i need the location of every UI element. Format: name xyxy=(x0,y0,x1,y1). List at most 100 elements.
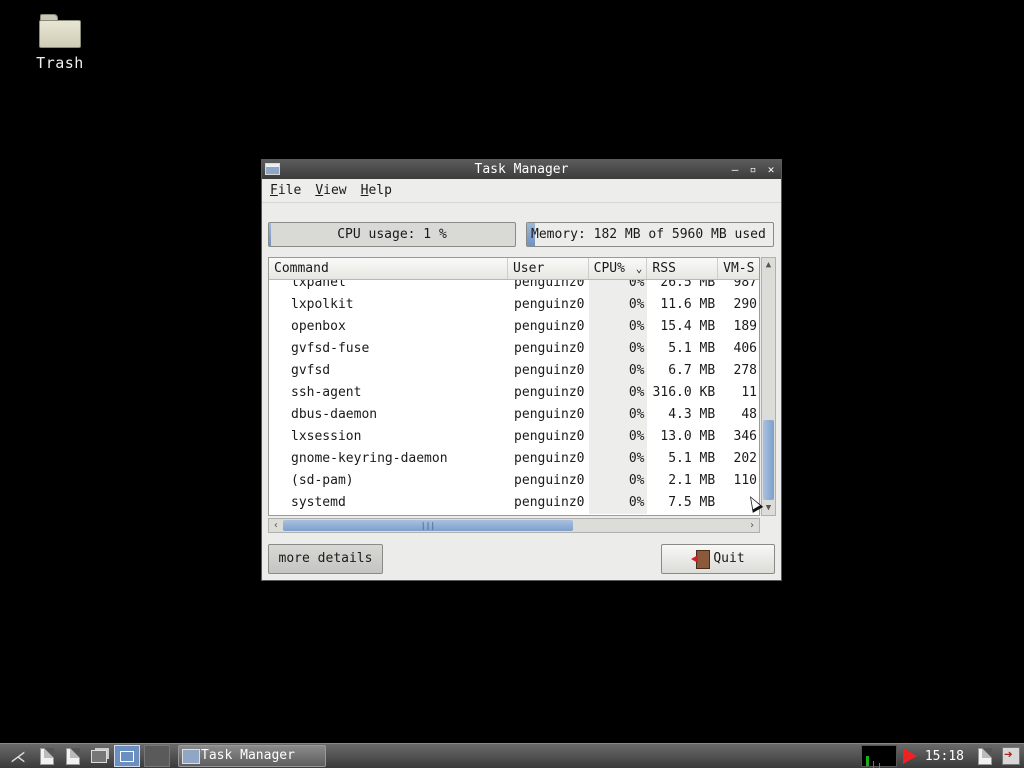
process-rss: 13.0 MB xyxy=(660,429,716,444)
process-cpu: 0% xyxy=(588,294,648,316)
process-user: penguinz0 xyxy=(514,407,585,422)
column-header-command[interactable]: Command xyxy=(269,258,508,279)
menu-view[interactable]: View xyxy=(315,183,346,198)
process-rss: 11.6 MB xyxy=(660,297,716,312)
table-row[interactable]: gvfsd-fuse penguinz0 0% 5.1 MB 406 xyxy=(269,338,759,360)
process-user: penguinz0 xyxy=(514,341,585,356)
process-user: penguinz0 xyxy=(514,473,585,488)
table-row[interactable]: lxsession penguinz0 0% 13.0 MB 346 xyxy=(269,426,759,448)
process-command: lxsession xyxy=(291,429,362,444)
column-header-user[interactable]: User xyxy=(508,258,589,279)
window-titlebar[interactable]: Task Manager ‒ ▫ ✕ xyxy=(262,160,781,179)
process-command: (sd-pam) xyxy=(291,473,354,488)
horizontal-scroll-thumb[interactable]: ||| xyxy=(283,520,573,531)
vertical-scroll-thumb[interactable] xyxy=(763,420,774,500)
desktop-switcher-1[interactable] xyxy=(114,745,140,767)
process-vm-size: 202 xyxy=(733,451,757,466)
column-header-cpu[interactable]: CPU% ⌄ xyxy=(589,258,648,279)
process-command: gvfsd xyxy=(291,363,331,378)
menu-file[interactable]: File xyxy=(270,183,301,198)
table-row[interactable]: dbus-daemon penguinz0 0% 4.3 MB 48 xyxy=(269,404,759,426)
table-row[interactable]: gnome-keyring-daemon penguinz0 0% 5.1 MB 202 xyxy=(269,448,759,470)
column-header-rss[interactable]: RSS xyxy=(647,258,719,279)
process-cpu: 0% xyxy=(588,470,648,492)
process-command: ssh-agent xyxy=(291,385,362,400)
process-rss: 316.0 KB xyxy=(652,385,716,400)
process-command: systemd xyxy=(291,495,346,510)
vertical-scrollbar[interactable]: ▲ ▼ xyxy=(761,257,776,516)
folder-icon xyxy=(39,12,81,48)
scroll-up-icon[interactable]: ▲ xyxy=(762,258,775,272)
process-vm-size: 189 xyxy=(733,319,757,334)
process-rss: 6.7 MB xyxy=(668,363,716,378)
quit-button[interactable]: Quit xyxy=(661,544,775,574)
table-row[interactable]: ssh-agent penguinz0 0% 316.0 KB 11 xyxy=(269,382,759,404)
process-cpu: 0% xyxy=(588,492,648,514)
process-user: penguinz0 xyxy=(514,495,585,510)
start-menu-icon[interactable]: ⋌ xyxy=(4,746,32,766)
process-cpu: 0% xyxy=(588,404,648,426)
process-user: penguinz0 xyxy=(514,319,585,334)
table-header: Command User CPU% ⌄ RSS VM-S xyxy=(269,258,759,280)
cpu-monitor-graph[interactable] xyxy=(860,745,897,767)
process-cpu: 0% xyxy=(588,338,648,360)
menubar: File View Help xyxy=(262,179,781,203)
process-cpu: 0% xyxy=(588,448,648,470)
desktop-switcher-2[interactable] xyxy=(144,745,170,767)
notes-icon[interactable] xyxy=(974,746,996,766)
close-button[interactable]: ✕ xyxy=(765,160,777,179)
process-user: penguinz0 xyxy=(514,280,585,290)
process-rss: 26.5 MB xyxy=(660,280,716,290)
process-user: penguinz0 xyxy=(514,297,585,312)
volume-icon[interactable] xyxy=(902,748,917,764)
taskbar-item-task-manager[interactable]: Task Manager xyxy=(178,745,326,767)
table-row[interactable]: systemd penguinz0 0% 7.5 MB xyxy=(269,492,759,514)
table-row[interactable]: (sd-pam) penguinz0 0% 2.1 MB 110 xyxy=(269,470,759,492)
process-user: penguinz0 xyxy=(514,451,585,466)
trash-desktop-icon[interactable]: Trash xyxy=(28,12,92,72)
process-rss: 4.3 MB xyxy=(668,407,716,422)
clock[interactable]: 15:18 xyxy=(925,749,964,764)
menu-help[interactable]: Help xyxy=(361,183,392,198)
process-rss: 5.1 MB xyxy=(668,451,716,466)
process-command: lxpanel xyxy=(291,280,346,290)
process-user: penguinz0 xyxy=(514,385,585,400)
column-header-vm[interactable]: VM-S xyxy=(718,258,759,279)
scroll-left-icon[interactable]: ‹ xyxy=(269,519,283,532)
window-list-icon[interactable] xyxy=(88,746,110,766)
memory-usage-bar: Memory: 182 MB of 5960 MB used xyxy=(526,222,774,247)
taskbar: ⋌ Task Manager 15:18 xyxy=(0,743,1024,768)
system-tray: 15:18 xyxy=(860,744,1024,768)
quit-label: Quit xyxy=(713,551,745,566)
process-rss: 7.5 MB xyxy=(668,495,716,510)
table-row[interactable]: openbox penguinz0 0% 15.4 MB 189 xyxy=(269,316,759,338)
window-app-icon[interactable] xyxy=(265,163,280,175)
process-vm-size: 290 xyxy=(733,297,757,312)
memory-usage-label: Memory: 182 MB of 5960 MB used xyxy=(531,227,766,242)
process-cpu: 0% xyxy=(588,280,648,294)
process-user: penguinz0 xyxy=(514,363,585,378)
scroll-down-icon[interactable]: ▼ xyxy=(762,501,775,515)
table-row[interactable]: lxpanel penguinz0 0% 26.5 MB 987 xyxy=(269,280,759,294)
process-vm-size: 48 xyxy=(741,407,757,422)
table-row[interactable]: gvfsd penguinz0 0% 6.7 MB 278 xyxy=(269,360,759,382)
file-manager-launcher-icon[interactable] xyxy=(36,746,58,766)
process-vm-size: 346 xyxy=(733,429,757,444)
horizontal-scrollbar[interactable]: ‹ ||| › xyxy=(268,518,760,533)
process-vm-size: 278 xyxy=(733,363,757,378)
process-rss: 15.4 MB xyxy=(660,319,716,334)
logout-icon[interactable] xyxy=(1002,747,1020,765)
process-vm-size: 987 xyxy=(733,280,757,290)
maximize-button[interactable]: ▫ xyxy=(747,160,759,179)
cpu-usage-bar: CPU usage: 1 % xyxy=(268,222,516,247)
process-list: Command User CPU% ⌄ RSS VM-S lxpanel pengu… xyxy=(268,257,777,533)
more-details-button[interactable]: more details xyxy=(268,544,383,574)
cpu-usage-label: CPU usage: 1 % xyxy=(337,227,447,242)
table-row[interactable]: lxpolkit penguinz0 0% 11.6 MB 290 xyxy=(269,294,759,316)
process-vm-size: 406 xyxy=(733,341,757,356)
scroll-right-icon[interactable]: › xyxy=(745,519,759,532)
cpu-column-label: CPU% xyxy=(593,261,625,276)
text-editor-launcher-icon[interactable] xyxy=(62,746,84,766)
sort-chevron-down-icon: ⌄ xyxy=(635,262,643,275)
minimize-button[interactable]: ‒ xyxy=(729,160,741,179)
